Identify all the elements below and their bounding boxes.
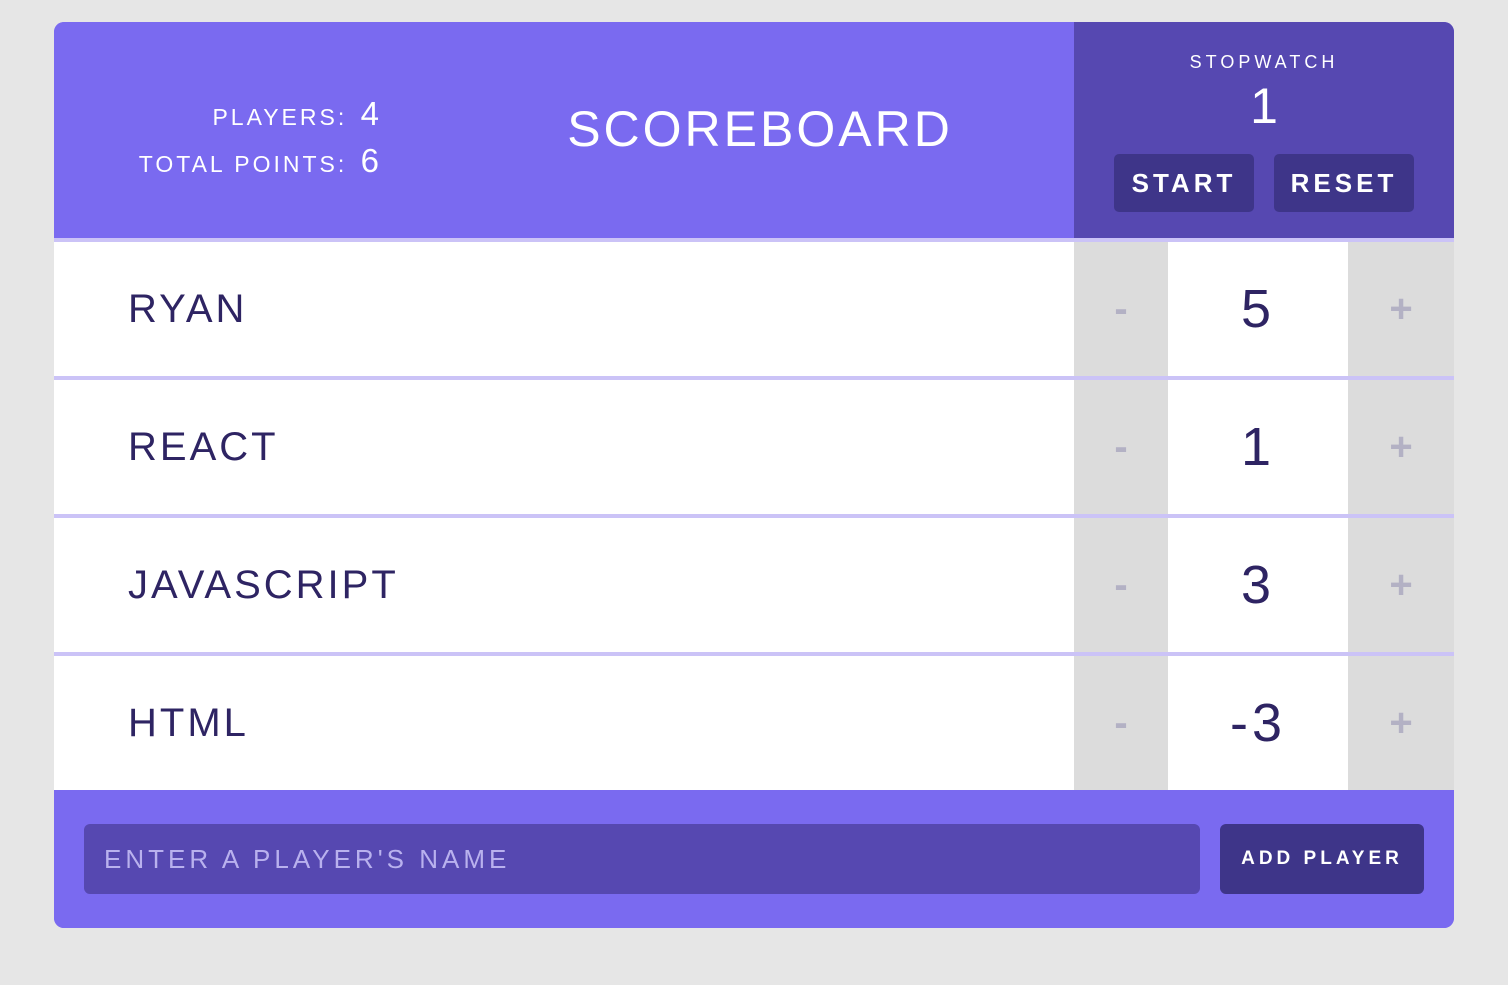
player-row-javascript: JAVASCRIPT - 3 + <box>54 518 1454 652</box>
scoreboard-header: PLAYERS: 4 TOTAL POINTS: 6 SCOREBOARD ST… <box>54 22 1454 238</box>
page-title: SCOREBOARD <box>567 101 953 157</box>
decrement-score-button[interactable]: - <box>1074 242 1168 376</box>
stopwatch-reset-button[interactable]: RESET <box>1274 154 1414 212</box>
add-player-button[interactable]: ADD PLAYER <box>1220 824 1424 894</box>
player-row-html: HTML - -3 + <box>54 656 1454 790</box>
player-score: 1 <box>1240 417 1276 477</box>
increment-score-button[interactable]: + <box>1348 656 1454 790</box>
stopwatch-start-button[interactable]: START <box>1114 154 1254 212</box>
stopwatch-time: 1 <box>1250 78 1278 134</box>
player-score: 3 <box>1240 555 1276 615</box>
stats-panel: PLAYERS: 4 TOTAL POINTS: 6 <box>139 92 380 186</box>
increment-score-button[interactable]: + <box>1348 380 1454 514</box>
decrement-score-button[interactable]: - <box>1074 656 1168 790</box>
players-stat-value: 4 <box>360 95 380 132</box>
stopwatch-label: STOPWATCH <box>1189 52 1339 72</box>
player-score: 5 <box>1240 279 1276 339</box>
scoreboard: PLAYERS: 4 TOTAL POINTS: 6 SCOREBOARD ST… <box>54 22 1454 928</box>
player-list: RYAN - 5 + REACT - 1 + JAVASCRIPT - 3 + … <box>54 238 1454 790</box>
total-points-stat: TOTAL POINTS: 6 <box>139 139 380 186</box>
player-row-ryan: RYAN - 5 + <box>54 242 1454 376</box>
increment-score-button[interactable]: + <box>1348 518 1454 652</box>
decrement-score-button[interactable]: - <box>1074 380 1168 514</box>
stopwatch: STOPWATCH 1 START RESET <box>1074 22 1454 238</box>
player-name: HTML <box>128 701 249 745</box>
player-name: JAVASCRIPT <box>128 563 399 607</box>
decrement-score-button[interactable]: - <box>1074 518 1168 652</box>
total-points-stat-label: TOTAL POINTS: <box>138 151 348 177</box>
total-points-stat-value: 6 <box>360 142 380 179</box>
player-score: -3 <box>1229 693 1286 753</box>
increment-score-button[interactable]: + <box>1348 242 1454 376</box>
player-row-react: REACT - 1 + <box>54 380 1454 514</box>
player-name: REACT <box>128 425 279 469</box>
add-player-form: ADD PLAYER <box>54 794 1454 928</box>
player-name-input[interactable] <box>84 824 1200 894</box>
players-stat: PLAYERS: 4 <box>139 92 380 139</box>
player-name: RYAN <box>128 287 248 331</box>
players-stat-label: PLAYERS: <box>212 104 348 130</box>
